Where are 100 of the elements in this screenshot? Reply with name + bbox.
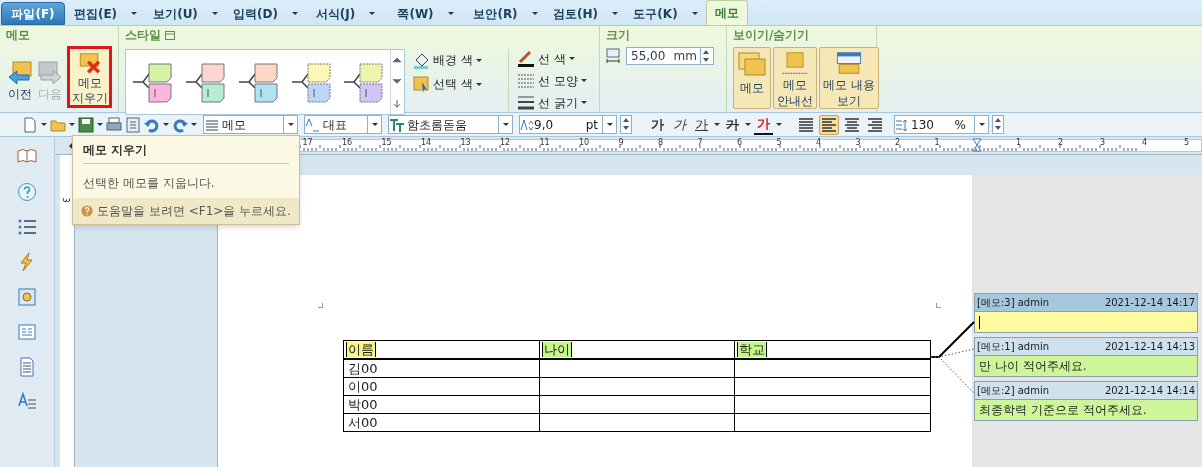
memo-style-icon[interactable] <box>236 60 279 104</box>
menu-tab[interactable]: 편집(E) <box>66 2 145 25</box>
format-button[interactable]: 가 <box>723 114 742 135</box>
spin-up-icon[interactable] <box>993 116 1003 124</box>
ruler-number: 4 <box>816 138 822 148</box>
memo-card[interactable]: [메모:3] admin 2021-12-14 14:17 <box>974 293 1198 333</box>
memo-button[interactable]: 이전 <box>6 52 34 108</box>
memo-anchor[interactable]: 이름 <box>346 342 376 357</box>
caret-icon[interactable] <box>745 123 751 126</box>
caret-icon[interactable] <box>475 58 482 62</box>
menu-tab[interactable]: 쪽(W) <box>386 2 465 25</box>
align-icon <box>820 115 838 134</box>
line-dropdown[interactable]: 선 색 <box>516 49 593 68</box>
ruler-number: 5 <box>1184 138 1190 148</box>
ruler-number: 1 <box>1016 138 1022 148</box>
align-icon <box>797 115 815 134</box>
memo-style-icon[interactable] <box>342 60 385 104</box>
spin-down-icon[interactable] <box>993 124 1003 132</box>
caret-icon[interactable] <box>776 123 782 126</box>
caret-icon[interactable] <box>568 57 575 60</box>
language-combo[interactable]: 대표 <box>304 115 382 134</box>
toggle-button[interactable]: 메모 안내선 <box>773 47 817 109</box>
crop-mark <box>936 303 941 308</box>
font-size-field[interactable]: 9,0 pt <box>519 115 617 134</box>
memo-style-icon[interactable] <box>289 60 332 104</box>
paragraph-style-icon <box>204 117 220 132</box>
text-style-icon[interactable] <box>17 392 37 412</box>
ruler-number: 9 <box>618 138 624 148</box>
caret-icon[interactable] <box>447 12 454 15</box>
caret-icon[interactable] <box>211 12 218 15</box>
memo-stack-icon <box>737 51 767 79</box>
style-combo[interactable]: 메모 <box>203 115 298 134</box>
memo-anchor[interactable]: 학교 <box>737 342 768 357</box>
memo-style-icon[interactable] <box>131 60 174 104</box>
spin-up-icon[interactable] <box>701 48 711 56</box>
caret-icon[interactable] <box>287 123 294 126</box>
spin-down-icon[interactable] <box>621 124 631 132</box>
caret-icon[interactable] <box>41 123 47 126</box>
color-dropdown[interactable]: 배경 색 <box>412 51 500 69</box>
menu-tab[interactable]: 보기(U) <box>146 2 225 25</box>
redo-icon[interactable] <box>172 116 188 133</box>
indent-marker-icon[interactable] <box>972 138 982 153</box>
line-dropdown[interactable]: 선 모양 <box>516 71 593 90</box>
menu-tab[interactable]: 보안(R) <box>466 2 545 25</box>
tooltip-title: 메모 지우기 <box>82 142 149 159</box>
caret-icon[interactable] <box>580 79 587 82</box>
caret-icon[interactable] <box>606 123 613 126</box>
caret-icon[interactable] <box>612 12 618 15</box>
format-button[interactable]: 가 <box>648 114 667 135</box>
toggle-button[interactable]: 메모 내용 보기 <box>819 47 879 109</box>
format-button[interactable]: 가 <box>754 113 773 136</box>
line-dropdown[interactable]: 선 굵기 <box>516 93 593 112</box>
caret-icon[interactable] <box>291 12 298 15</box>
caret-icon[interactable] <box>131 12 138 15</box>
undo-icon[interactable] <box>144 116 160 133</box>
help-icon[interactable] <box>17 182 37 202</box>
caret-icon[interactable] <box>69 123 75 126</box>
save-icon[interactable] <box>78 116 94 133</box>
memo-button[interactable]: 메모 지우기 <box>67 46 112 108</box>
print-icon[interactable] <box>106 116 122 133</box>
memo-author: [메모:3] admin <box>977 296 1050 310</box>
menu-tab[interactable]: 서식(J) <box>306 2 385 25</box>
caret-icon[interactable] <box>371 123 378 126</box>
spin-down-icon[interactable] <box>701 56 711 64</box>
caret-icon[interactable] <box>502 123 509 126</box>
format-button[interactable]: 가 <box>692 114 711 135</box>
list-icon[interactable] <box>17 217 37 237</box>
menu-tab[interactable]: 입력(D) <box>226 2 305 25</box>
memo-style-icon[interactable] <box>184 60 227 104</box>
back-arrow-icon <box>6 60 33 86</box>
line-spacing-field[interactable]: 130 % <box>894 115 989 134</box>
text-cursor <box>979 315 980 329</box>
caret-icon[interactable] <box>369 12 376 15</box>
memo-card[interactable]: [메모:2] admin 2021-12-14 14:14 최종학력 기준으로 적어주세요. <box>974 381 1198 421</box>
align-left-button[interactable] <box>819 114 839 135</box>
caret-icon[interactable] <box>978 123 985 126</box>
toggle-button[interactable]: 메모 <box>733 47 771 109</box>
caret-icon[interactable] <box>191 123 197 126</box>
expand-icon[interactable] <box>165 30 175 40</box>
ribbon-tab[interactable]: 메모 <box>706 0 748 25</box>
size-field[interactable]: 55,00 mm <box>626 47 714 65</box>
caret-icon[interactable] <box>531 12 538 15</box>
menu-tab[interactable]: 도구(K) <box>626 2 705 25</box>
format-button[interactable]: 가 <box>670 114 689 135</box>
memo-anchor[interactable]: 나이 <box>541 342 572 357</box>
color-dropdown[interactable]: 선택 색 <box>412 75 500 93</box>
font-combo[interactable]: 함초롬돋움 <box>388 115 513 134</box>
table-cell: 김00 <box>343 359 540 378</box>
caret-icon[interactable] <box>580 101 587 104</box>
menu-tab[interactable]: 검토(H) <box>546 2 625 25</box>
caret-icon[interactable] <box>691 12 698 15</box>
spin-up-icon[interactable] <box>621 116 631 124</box>
ruler-number: 15 <box>381 138 392 148</box>
caret-icon[interactable] <box>97 123 103 126</box>
caret-icon[interactable] <box>475 82 482 86</box>
pen-icon <box>516 49 535 68</box>
caret-icon[interactable] <box>714 123 720 126</box>
caret-icon[interactable] <box>163 123 169 126</box>
memo-card[interactable]: [메모:1] admin 2021-12-14 14:13 만 나이 적어주세요. <box>974 337 1198 377</box>
memo-text: 최종학력 기준으로 적어주세요. <box>979 402 1147 419</box>
